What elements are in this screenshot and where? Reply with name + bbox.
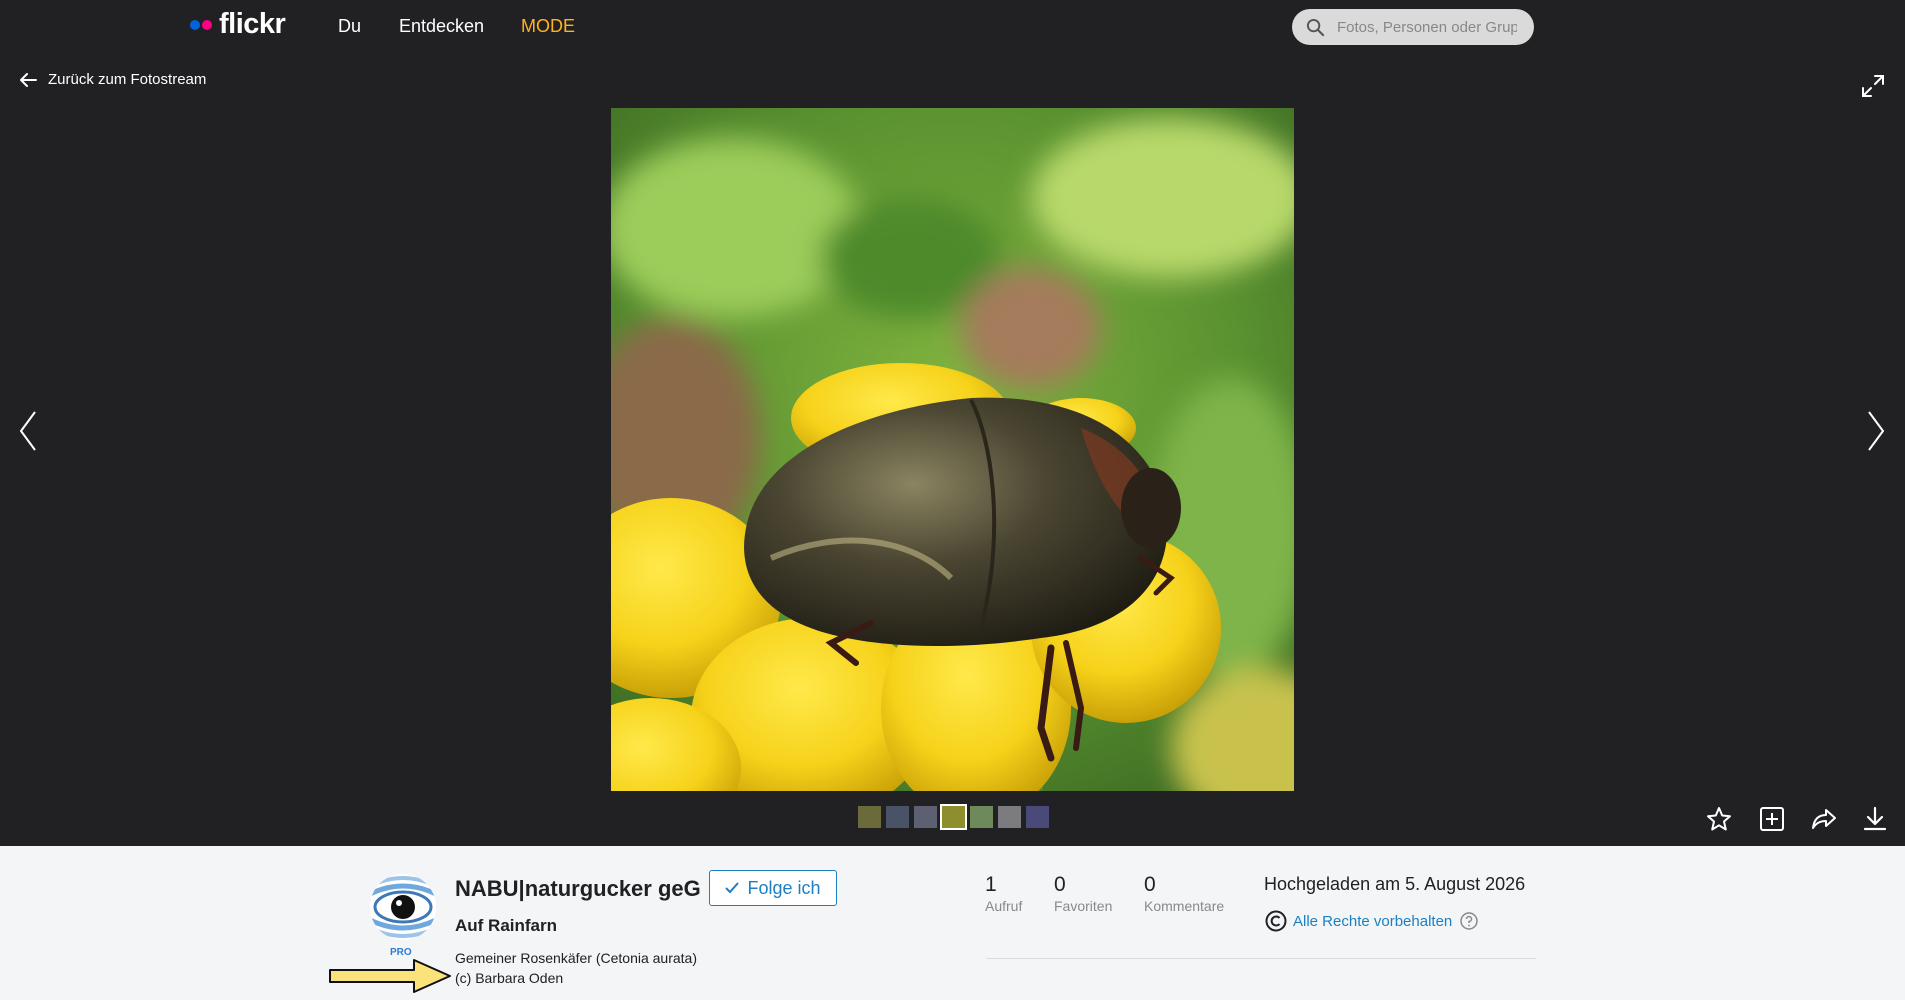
- eye-logo-icon: [370, 874, 436, 940]
- add-to-gallery-button[interactable]: [1759, 806, 1785, 837]
- license-link[interactable]: Alle Rechte vorbehalten: [1293, 913, 1452, 930]
- download-button[interactable]: [1862, 806, 1888, 837]
- beetle-on-tansy-image: [611, 108, 1294, 791]
- nav-link-entdecken[interactable]: Entdecken: [399, 16, 484, 37]
- stat-value: 0: [1054, 873, 1066, 896]
- share-button[interactable]: [1811, 806, 1837, 837]
- stat-value: 0: [1144, 873, 1156, 896]
- logo-pink-dot: [202, 19, 212, 30]
- stat-label: Kommentare: [1144, 898, 1225, 914]
- thumbnail[interactable]: [970, 806, 993, 828]
- pointer-arrow-icon: [328, 958, 452, 999]
- nav-link-du[interactable]: Du: [338, 16, 361, 37]
- next-photo-button[interactable]: [1866, 410, 1886, 457]
- prev-photo-button[interactable]: [18, 410, 38, 457]
- thumbnail[interactable]: [998, 806, 1021, 828]
- stat-favorites: 0 Favoriten: [1054, 873, 1113, 915]
- thumbnail[interactable]: [914, 806, 937, 828]
- owner-name[interactable]: NABU|naturgucker geG: [455, 876, 701, 902]
- photo-title: Auf Rainfarn: [455, 916, 557, 935]
- thumbnail[interactable]: [1026, 806, 1049, 828]
- search-icon: [1306, 18, 1325, 36]
- back-to-photostream-link[interactable]: Zurück zum Fotostream: [20, 71, 206, 88]
- help-icon[interactable]: [1460, 912, 1479, 930]
- divider: [986, 958, 1536, 959]
- back-arrow-icon: [20, 72, 37, 87]
- stat-value: 1: [985, 873, 997, 896]
- stat-label: Favoriten: [1054, 898, 1113, 914]
- upload-date: Hochgeladen am 5. August 2026: [1264, 874, 1526, 894]
- favorite-star-icon: [1707, 807, 1731, 831]
- download-icon: [1863, 806, 1887, 831]
- stat-comments: 0 Kommentare: [1144, 873, 1225, 915]
- thumbnail-current[interactable]: [940, 804, 967, 830]
- thumbnail[interactable]: [858, 806, 881, 828]
- top-navigation: flickr Du Entdecken MODE: [0, 0, 1560, 52]
- logo-text: flickr: [219, 8, 286, 40]
- check-icon: [725, 882, 740, 894]
- search-box[interactable]: [1292, 9, 1534, 45]
- back-label: Zurück zum Fotostream: [48, 71, 207, 88]
- photo-info-panel: PRO NABU|naturgucker geG Folge ich Auf R…: [0, 846, 1905, 1000]
- license-info: Alle Rechte vorbehalten: [1265, 910, 1479, 932]
- add-to-gallery-icon: [1760, 807, 1784, 831]
- favorite-button[interactable]: [1706, 806, 1732, 837]
- prev-arrow-icon: [19, 411, 36, 451]
- pro-badge: PRO: [390, 947, 412, 958]
- follow-label: Folge ich: [747, 877, 821, 898]
- photostream-thumbnails: [858, 804, 1049, 830]
- logo-blue-dot: [190, 19, 200, 30]
- description-line: Gemeiner Rosenkäfer (Cetonia aurata): [455, 950, 698, 966]
- thumbnail[interactable]: [886, 806, 909, 828]
- main-photo[interactable]: [611, 108, 1294, 791]
- description-line: (c) Barbara Oden: [455, 970, 564, 986]
- flickr-logo[interactable]: flickr: [190, 8, 286, 41]
- nav-link-mode[interactable]: MODE: [521, 16, 575, 37]
- search-input[interactable]: [1337, 18, 1517, 36]
- expand-icon[interactable]: [1861, 74, 1885, 103]
- copyright-icon: [1265, 910, 1287, 932]
- next-arrow-icon: [1868, 411, 1885, 451]
- share-icon: [1812, 809, 1836, 829]
- avatar[interactable]: [370, 874, 436, 940]
- follow-button[interactable]: Folge ich: [709, 870, 837, 906]
- stat-label: Aufruf: [985, 898, 1023, 914]
- stat-views: 1 Aufruf: [985, 873, 1023, 915]
- photo-description: Gemeiner Rosenkäfer (Cetonia aurata) (c)…: [455, 948, 697, 988]
